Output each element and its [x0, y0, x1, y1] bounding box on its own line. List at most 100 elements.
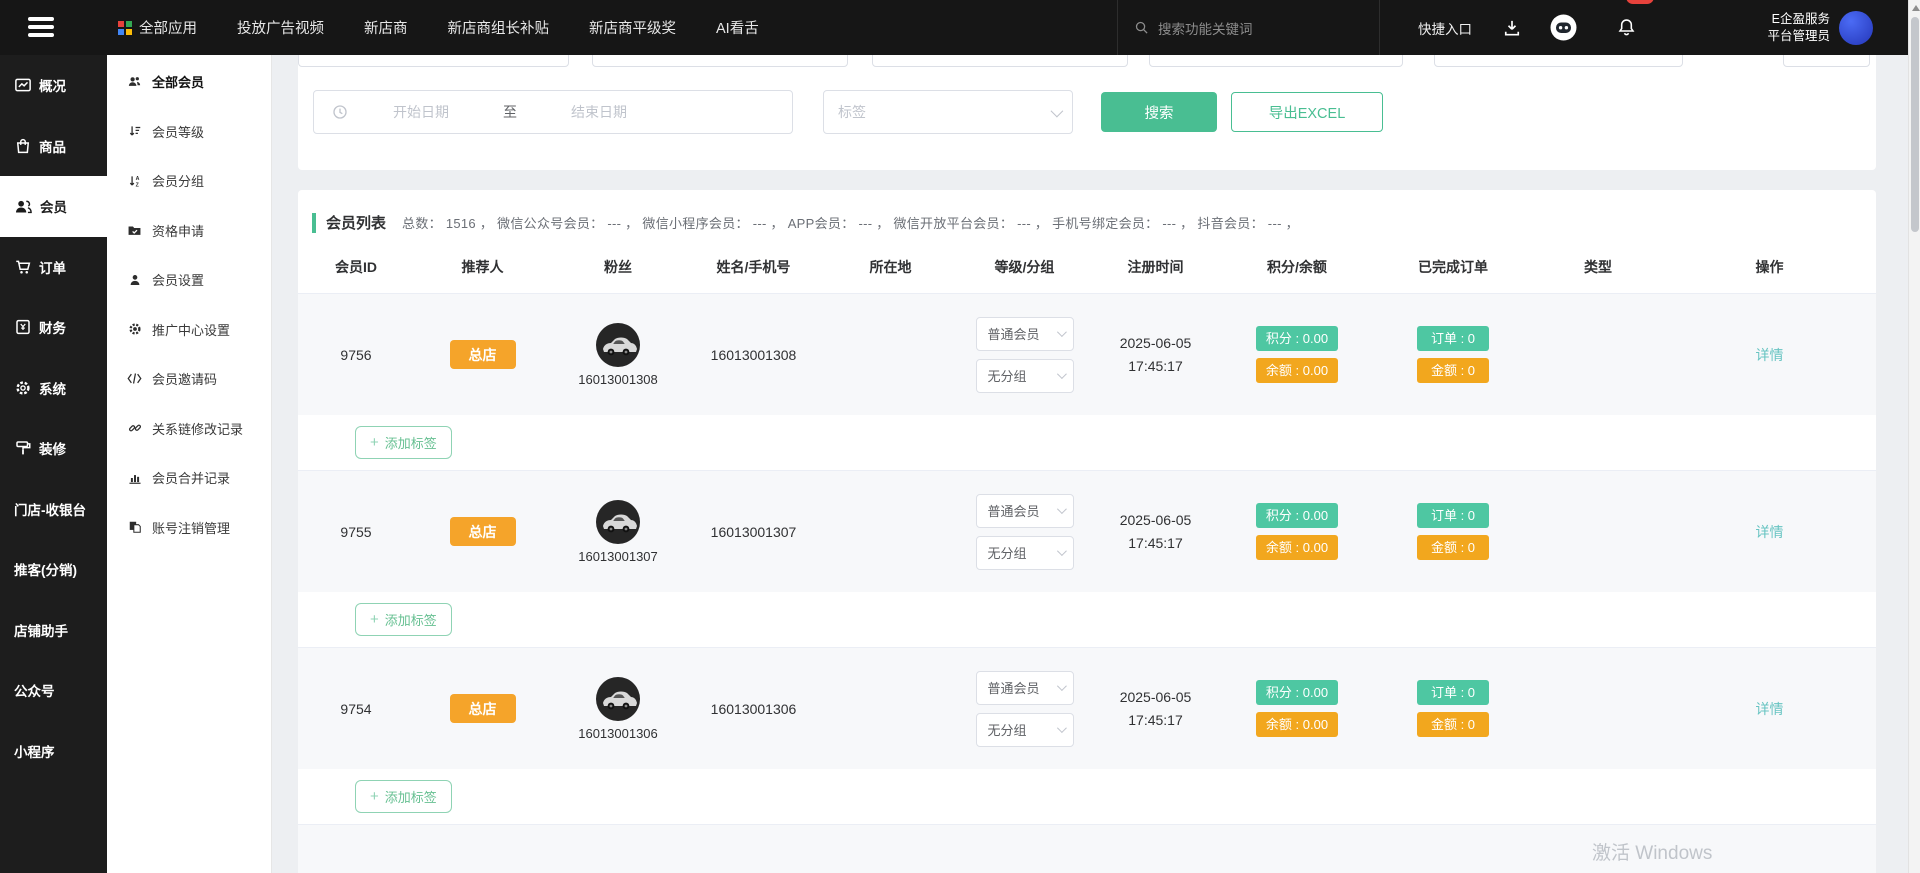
submenu-account-cancellation[interactable]: 账号注销管理: [107, 503, 271, 553]
member-avatar[interactable]: [595, 499, 641, 545]
amount-badge: 金额 : 0: [1417, 712, 1489, 737]
export-excel-button[interactable]: 导出EXCEL: [1231, 92, 1383, 132]
vertical-scrollbar[interactable]: [1908, 0, 1920, 873]
sidebar-item-distribution[interactable]: 推客(分销): [0, 539, 107, 600]
sidebar-item-mini-program[interactable]: 小程序: [0, 721, 107, 782]
submenu-all-members[interactable]: 全部会员: [107, 57, 271, 107]
svg-text:A: A: [135, 176, 139, 182]
paint-roller-icon: [14, 439, 32, 457]
points-badge: 积分 : 0.00: [1256, 326, 1338, 351]
referrer-button[interactable]: 总店: [450, 694, 516, 723]
add-tag-button[interactable]: +添加标签: [355, 426, 452, 459]
code-icon: [127, 372, 142, 385]
quick-entry-button[interactable]: 快捷入口: [1418, 0, 1472, 55]
name-phone: 16013001308: [685, 347, 822, 363]
referrer-button[interactable]: 总店: [450, 340, 516, 369]
orders-badge: 订单 : 0: [1417, 503, 1489, 528]
level-select[interactable]: 普通会员: [976, 494, 1074, 528]
tag-placeholder: 标签: [838, 102, 866, 122]
cart-icon: [14, 258, 32, 276]
finance-book-icon: [14, 318, 32, 336]
filter-input-6[interactable]: [1783, 55, 1870, 67]
submenu-promotion-center-settings[interactable]: 推广中心设置: [107, 305, 271, 355]
hamburger-menu-icon[interactable]: [28, 17, 54, 38]
search-icon: [1134, 20, 1149, 35]
detail-link[interactable]: 详情: [1756, 699, 1784, 719]
sort-az-icon: AZ: [127, 174, 142, 188]
sidebar-item-members[interactable]: 会员: [0, 176, 107, 237]
tag-select[interactable]: 标签: [823, 90, 1073, 134]
function-search-input[interactable]: 搜索功能关键词: [1117, 0, 1380, 55]
chevron-down-icon: [1056, 681, 1066, 691]
search-placeholder: 搜索功能关键词: [1158, 18, 1253, 38]
tag-strip: +添加标签: [298, 769, 1876, 824]
sidebar-item-official-account[interactable]: 公众号: [0, 660, 107, 721]
assistant-robot-icon[interactable]: [1550, 0, 1577, 55]
detail-link[interactable]: 详情: [1756, 522, 1784, 542]
filter-input-4[interactable]: [1149, 55, 1403, 67]
clock-icon: [332, 104, 348, 120]
sidebar-item-products[interactable]: 商品: [0, 116, 107, 177]
account-menu[interactable]: E企盈服务 平台管理员: [1752, 0, 1873, 55]
gear-icon: [127, 322, 142, 336]
sidebar-item-orders[interactable]: 订单: [0, 237, 107, 298]
submenu-invite-code[interactable]: 会员邀请码: [107, 354, 271, 404]
member-avatar[interactable]: [595, 322, 641, 368]
chevron-down-icon: [1051, 104, 1064, 117]
sidebar-item-shop-assistant[interactable]: 店铺助手: [0, 600, 107, 661]
group-select[interactable]: 无分组: [976, 536, 1074, 570]
submenu-qualification-apply[interactable]: 资格申请: [107, 206, 271, 256]
submenu-member-settings[interactable]: 会员设置: [107, 255, 271, 305]
nav-all-apps[interactable]: 全部应用: [118, 17, 197, 38]
fans-phone: 16013001306: [578, 726, 658, 741]
member-avatar[interactable]: [595, 676, 641, 722]
submenu-member-groups[interactable]: AZ 会员分组: [107, 156, 271, 206]
register-time: 2025-06-0517:45:17: [1090, 686, 1221, 732]
balance-badge: 余额 : 0.00: [1256, 712, 1338, 737]
chevron-down-icon: [1056, 369, 1066, 379]
name-phone: 16013001307: [685, 524, 822, 540]
points-badge: 积分 : 0.00: [1256, 680, 1338, 705]
account-name: E企盈服务 平台管理员: [1752, 11, 1830, 45]
sidebar-item-finance[interactable]: 财务: [0, 297, 107, 358]
account-avatar[interactable]: [1839, 11, 1873, 45]
sidebar-item-overview[interactable]: 概况: [0, 55, 107, 116]
download-icon[interactable]: [1502, 0, 1522, 55]
referrer-button[interactable]: 总店: [450, 517, 516, 546]
sidebar-item-decorate[interactable]: 装修: [0, 418, 107, 479]
member-list-card: 会员列表 总数： 1516 ， 微信公众号会员： --- ， 微信小程序会员： …: [298, 190, 1876, 873]
register-time: 2025-06-0517:45:17: [1090, 509, 1221, 555]
date-range-picker[interactable]: 开始日期 至 结束日期: [313, 90, 793, 134]
filter-input-3[interactable]: [872, 55, 1128, 67]
name-phone: 16013001306: [685, 701, 822, 717]
sidebar-item-store-cashier[interactable]: 门店-收银台: [0, 479, 107, 540]
top-bar: 全部应用 投放广告视频 新店商 新店商组长补贴 新店商平级奖 AI看舌 搜索功能…: [0, 0, 1908, 55]
nav-new-shop[interactable]: 新店商: [364, 17, 408, 38]
group-select[interactable]: 无分组: [976, 713, 1074, 747]
submenu-relation-chain-log[interactable]: 关系链修改记录: [107, 404, 271, 454]
level-select[interactable]: 普通会员: [976, 317, 1074, 351]
nav-leader-subsidy[interactable]: 新店商组长补贴: [448, 17, 550, 38]
tag-strip: +添加标签: [298, 415, 1876, 470]
primary-sidebar: 概况 商品 会员 订单 财务 系统 装修 门店-收银台 推客(分销) 店铺助手 …: [0, 55, 107, 873]
chevron-down-icon: [1056, 504, 1066, 514]
sidebar-item-system[interactable]: 系统: [0, 358, 107, 419]
add-tag-button[interactable]: +添加标签: [355, 780, 452, 813]
scrollbar-thumb[interactable]: [1911, 17, 1919, 232]
nav-peer-award[interactable]: 新店商平级奖: [589, 17, 676, 38]
table-header: 会员ID推荐人粉丝 姓名/手机号所在地等级/分组 注册时间积分/余额已完成订单 …: [298, 241, 1876, 293]
submenu-merge-records[interactable]: 会员合并记录: [107, 453, 271, 503]
search-button[interactable]: 搜索: [1101, 92, 1217, 132]
filter-input-1[interactable]: [298, 55, 569, 67]
filter-input-5[interactable]: [1434, 55, 1683, 67]
nav-ad-video[interactable]: 投放广告视频: [237, 17, 324, 38]
level-select[interactable]: 普通会员: [976, 671, 1074, 705]
add-tag-button[interactable]: +添加标签: [355, 603, 452, 636]
top-nav: 全部应用 投放广告视频 新店商 新店商组长补贴 新店商平级奖 AI看舌: [118, 0, 759, 55]
submenu-member-levels[interactable]: 会员等级: [107, 107, 271, 157]
group-select[interactable]: 无分组: [976, 359, 1074, 393]
detail-link[interactable]: 详情: [1756, 345, 1784, 365]
nav-ai-tongue[interactable]: AI看舌: [716, 17, 759, 38]
scrollbar-up-arrow[interactable]: [1912, 5, 1920, 11]
filter-input-2[interactable]: [592, 55, 848, 67]
